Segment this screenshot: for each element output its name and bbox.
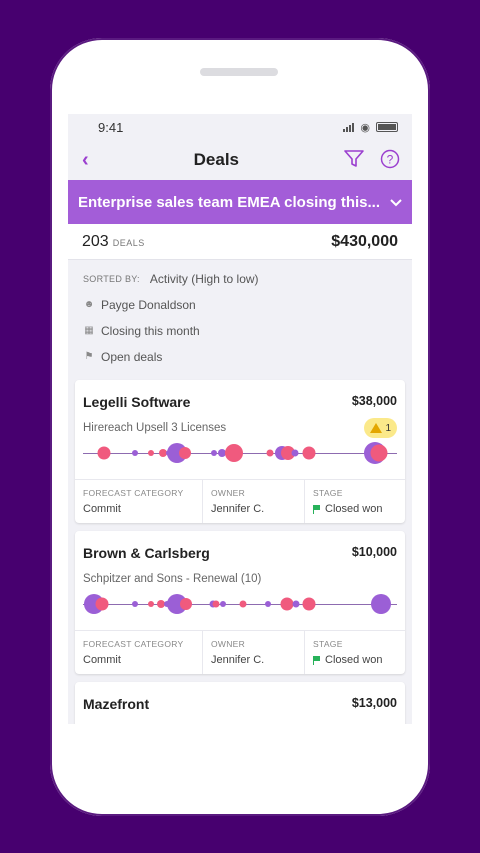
sorted-by-label: SORTED BY: bbox=[83, 274, 140, 284]
calendar-icon: ▦ bbox=[84, 325, 94, 336]
deal-name: Schpitzer and Sons - Renewal (10) bbox=[83, 573, 262, 585]
deals-filter: Open deals bbox=[101, 350, 163, 364]
filter-icon[interactable] bbox=[344, 149, 364, 171]
segment-selector[interactable]: Enterprise sales team EMEA closing this.… bbox=[68, 180, 412, 224]
phone-speaker bbox=[200, 68, 278, 76]
warning-icon bbox=[370, 423, 383, 433]
account-name: Brown & Carlsberg bbox=[83, 545, 210, 561]
sorted-by-value: Activity (High to low) bbox=[149, 272, 259, 286]
owner-value: Jennifer C. bbox=[211, 654, 265, 666]
chevron-down-icon bbox=[390, 194, 402, 211]
card-footer: FORECAST CATEGORY Commit OWNER Jennifer C.… bbox=[75, 479, 405, 523]
owner-filter-row: ☻ Payge Donaldson bbox=[83, 298, 397, 312]
status-bar: 9:41 ◉ bbox=[68, 114, 412, 140]
signal-icon bbox=[343, 122, 355, 132]
closing-filter: Closing this month bbox=[101, 324, 200, 338]
segment-label: Enterprise sales team EMEA closing this.… bbox=[77, 193, 381, 211]
stage-label: STAGE bbox=[313, 488, 343, 498]
deal-amount: $10,000 bbox=[351, 545, 397, 559]
svg-text:?: ? bbox=[387, 152, 394, 166]
activity-dot bbox=[292, 600, 300, 608]
activity-dot bbox=[132, 450, 138, 456]
flag-icon bbox=[313, 504, 321, 514]
forecast-label: FORECAST CATEGORY bbox=[83, 488, 184, 498]
stage-text: Closed won bbox=[325, 503, 383, 515]
deals-filter-row: ⚑ Open deals bbox=[83, 350, 397, 364]
warning-badge[interactable]: 1 bbox=[364, 418, 397, 438]
stage-value: Closed won bbox=[313, 503, 397, 515]
activity-dot bbox=[179, 447, 191, 459]
app-screen: 9:41 ◉ ‹ Deals ? Enterprise sales team E… bbox=[68, 114, 412, 724]
activity-dot bbox=[97, 446, 111, 460]
closing-filter-row: ▦ Closing this month bbox=[83, 324, 397, 338]
card-footer: FORECAST CATEGORY Commit OWNER Jennifer C.… bbox=[75, 630, 405, 674]
status-time: 9:41 bbox=[98, 119, 124, 135]
people-icon: ☻ bbox=[83, 299, 95, 310]
activity-dot bbox=[371, 594, 391, 614]
stage-value: Closed won bbox=[313, 654, 397, 666]
activity-dot bbox=[291, 449, 299, 457]
owner-label: OWNER bbox=[211, 488, 246, 498]
warning-count: 1 bbox=[385, 422, 391, 434]
forecast-label: FORECAST CATEGORY bbox=[83, 639, 184, 649]
activity-dot bbox=[211, 450, 217, 456]
activity-dot bbox=[148, 450, 154, 456]
activity-dot bbox=[370, 444, 388, 462]
flag-icon bbox=[313, 655, 321, 665]
deals-count-label: DEALS bbox=[112, 237, 145, 248]
account-name: Legelli Software bbox=[83, 394, 191, 410]
stage-label: STAGE bbox=[313, 639, 343, 649]
deals-count: 203 DEALS bbox=[82, 233, 145, 251]
wifi-icon: ◉ bbox=[360, 121, 370, 134]
status-icons: ◉ bbox=[343, 121, 398, 134]
chevron-left-icon[interactable]: ‹ bbox=[82, 150, 89, 170]
deals-total: $430,000 bbox=[331, 232, 398, 250]
activity-dot bbox=[265, 601, 271, 607]
deals-count-number: 203 bbox=[82, 232, 109, 250]
account-name: Mazefront bbox=[83, 696, 150, 712]
deal-card[interactable]: Mazefront $13,000 bbox=[75, 682, 405, 724]
activity-dot bbox=[225, 444, 243, 462]
stage-text: Closed won bbox=[325, 654, 383, 666]
deals-summary: 203 DEALS $430,000 bbox=[68, 224, 412, 260]
forecast-value: Commit bbox=[83, 654, 121, 666]
activity-dot bbox=[148, 601, 154, 607]
activity-dot bbox=[302, 597, 316, 611]
help-icon[interactable]: ? bbox=[380, 149, 400, 172]
page-title: Deals bbox=[193, 150, 240, 169]
activity-dot bbox=[180, 598, 192, 610]
activity-dot bbox=[212, 600, 220, 608]
activity-dot bbox=[95, 597, 109, 611]
activity-timeline bbox=[83, 438, 397, 468]
activity-dot bbox=[302, 446, 316, 460]
nav-bar: ‹ Deals ? bbox=[68, 140, 412, 180]
owner-label: OWNER bbox=[211, 639, 246, 649]
activity-dot bbox=[266, 449, 274, 457]
battery-icon bbox=[376, 122, 398, 132]
activity-timeline bbox=[83, 589, 397, 619]
sort-row: SORTED BY: Activity (High to low) bbox=[83, 272, 397, 286]
filter-summary[interactable]: SORTED BY: Activity (High to low) ☻ Payg… bbox=[68, 260, 412, 380]
activity-dot bbox=[239, 600, 247, 608]
owner-value: Jennifer C. bbox=[211, 503, 265, 515]
flag-icon: ⚑ bbox=[84, 351, 94, 362]
deal-amount: $13,000 bbox=[351, 696, 397, 710]
forecast-value: Commit bbox=[83, 503, 121, 515]
activity-dot bbox=[132, 601, 138, 607]
deal-card[interactable]: Brown & Carlsberg $10,000 Schpitzer and … bbox=[75, 531, 405, 674]
owner-filter: Payge Donaldson bbox=[101, 298, 196, 312]
deal-card[interactable]: Legelli Software $38,000 Hirereach Upsel… bbox=[75, 380, 405, 523]
deal-amount: $38,000 bbox=[351, 394, 397, 408]
deal-name: Hirereach Upsell 3 Licenses bbox=[83, 422, 227, 434]
activity-dot bbox=[220, 601, 226, 607]
